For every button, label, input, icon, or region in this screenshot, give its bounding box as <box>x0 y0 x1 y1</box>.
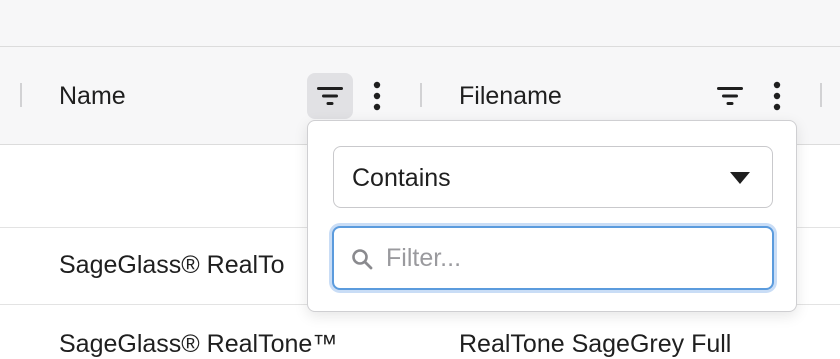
name-filter-button[interactable] <box>307 73 353 119</box>
column-header-name[interactable]: Name <box>59 81 126 111</box>
name-cell: SageGlass® RealTone™ <box>59 330 338 358</box>
vertical-dots-icon <box>773 81 781 111</box>
filename-column-menu-button[interactable] <box>766 76 788 116</box>
filter-operator-value: Contains <box>352 164 451 192</box>
column-filter-popup: Contains <box>307 120 797 312</box>
filter-text-field[interactable] <box>332 226 774 290</box>
toolbar-area <box>0 0 840 47</box>
filename-cell: RealTone SageGrey Full <box>459 330 732 358</box>
search-icon <box>352 249 373 270</box>
filter-lines-icon <box>717 87 743 105</box>
column-header-filename[interactable]: Filename <box>459 81 562 111</box>
filter-input[interactable] <box>386 238 756 278</box>
vertical-dots-icon <box>373 81 381 111</box>
filter-operator-select[interactable]: Contains <box>333 146 773 208</box>
column-resize-handle[interactable] <box>420 83 422 107</box>
column-resize-handle[interactable] <box>820 83 822 107</box>
name-column-menu-button[interactable] <box>366 76 388 116</box>
filter-lines-icon <box>317 87 343 105</box>
name-cell: SageGlass® RealTo <box>59 251 285 279</box>
filename-filter-button[interactable] <box>707 73 753 119</box>
caret-down-icon <box>730 172 750 184</box>
column-resize-handle[interactable] <box>20 83 22 107</box>
